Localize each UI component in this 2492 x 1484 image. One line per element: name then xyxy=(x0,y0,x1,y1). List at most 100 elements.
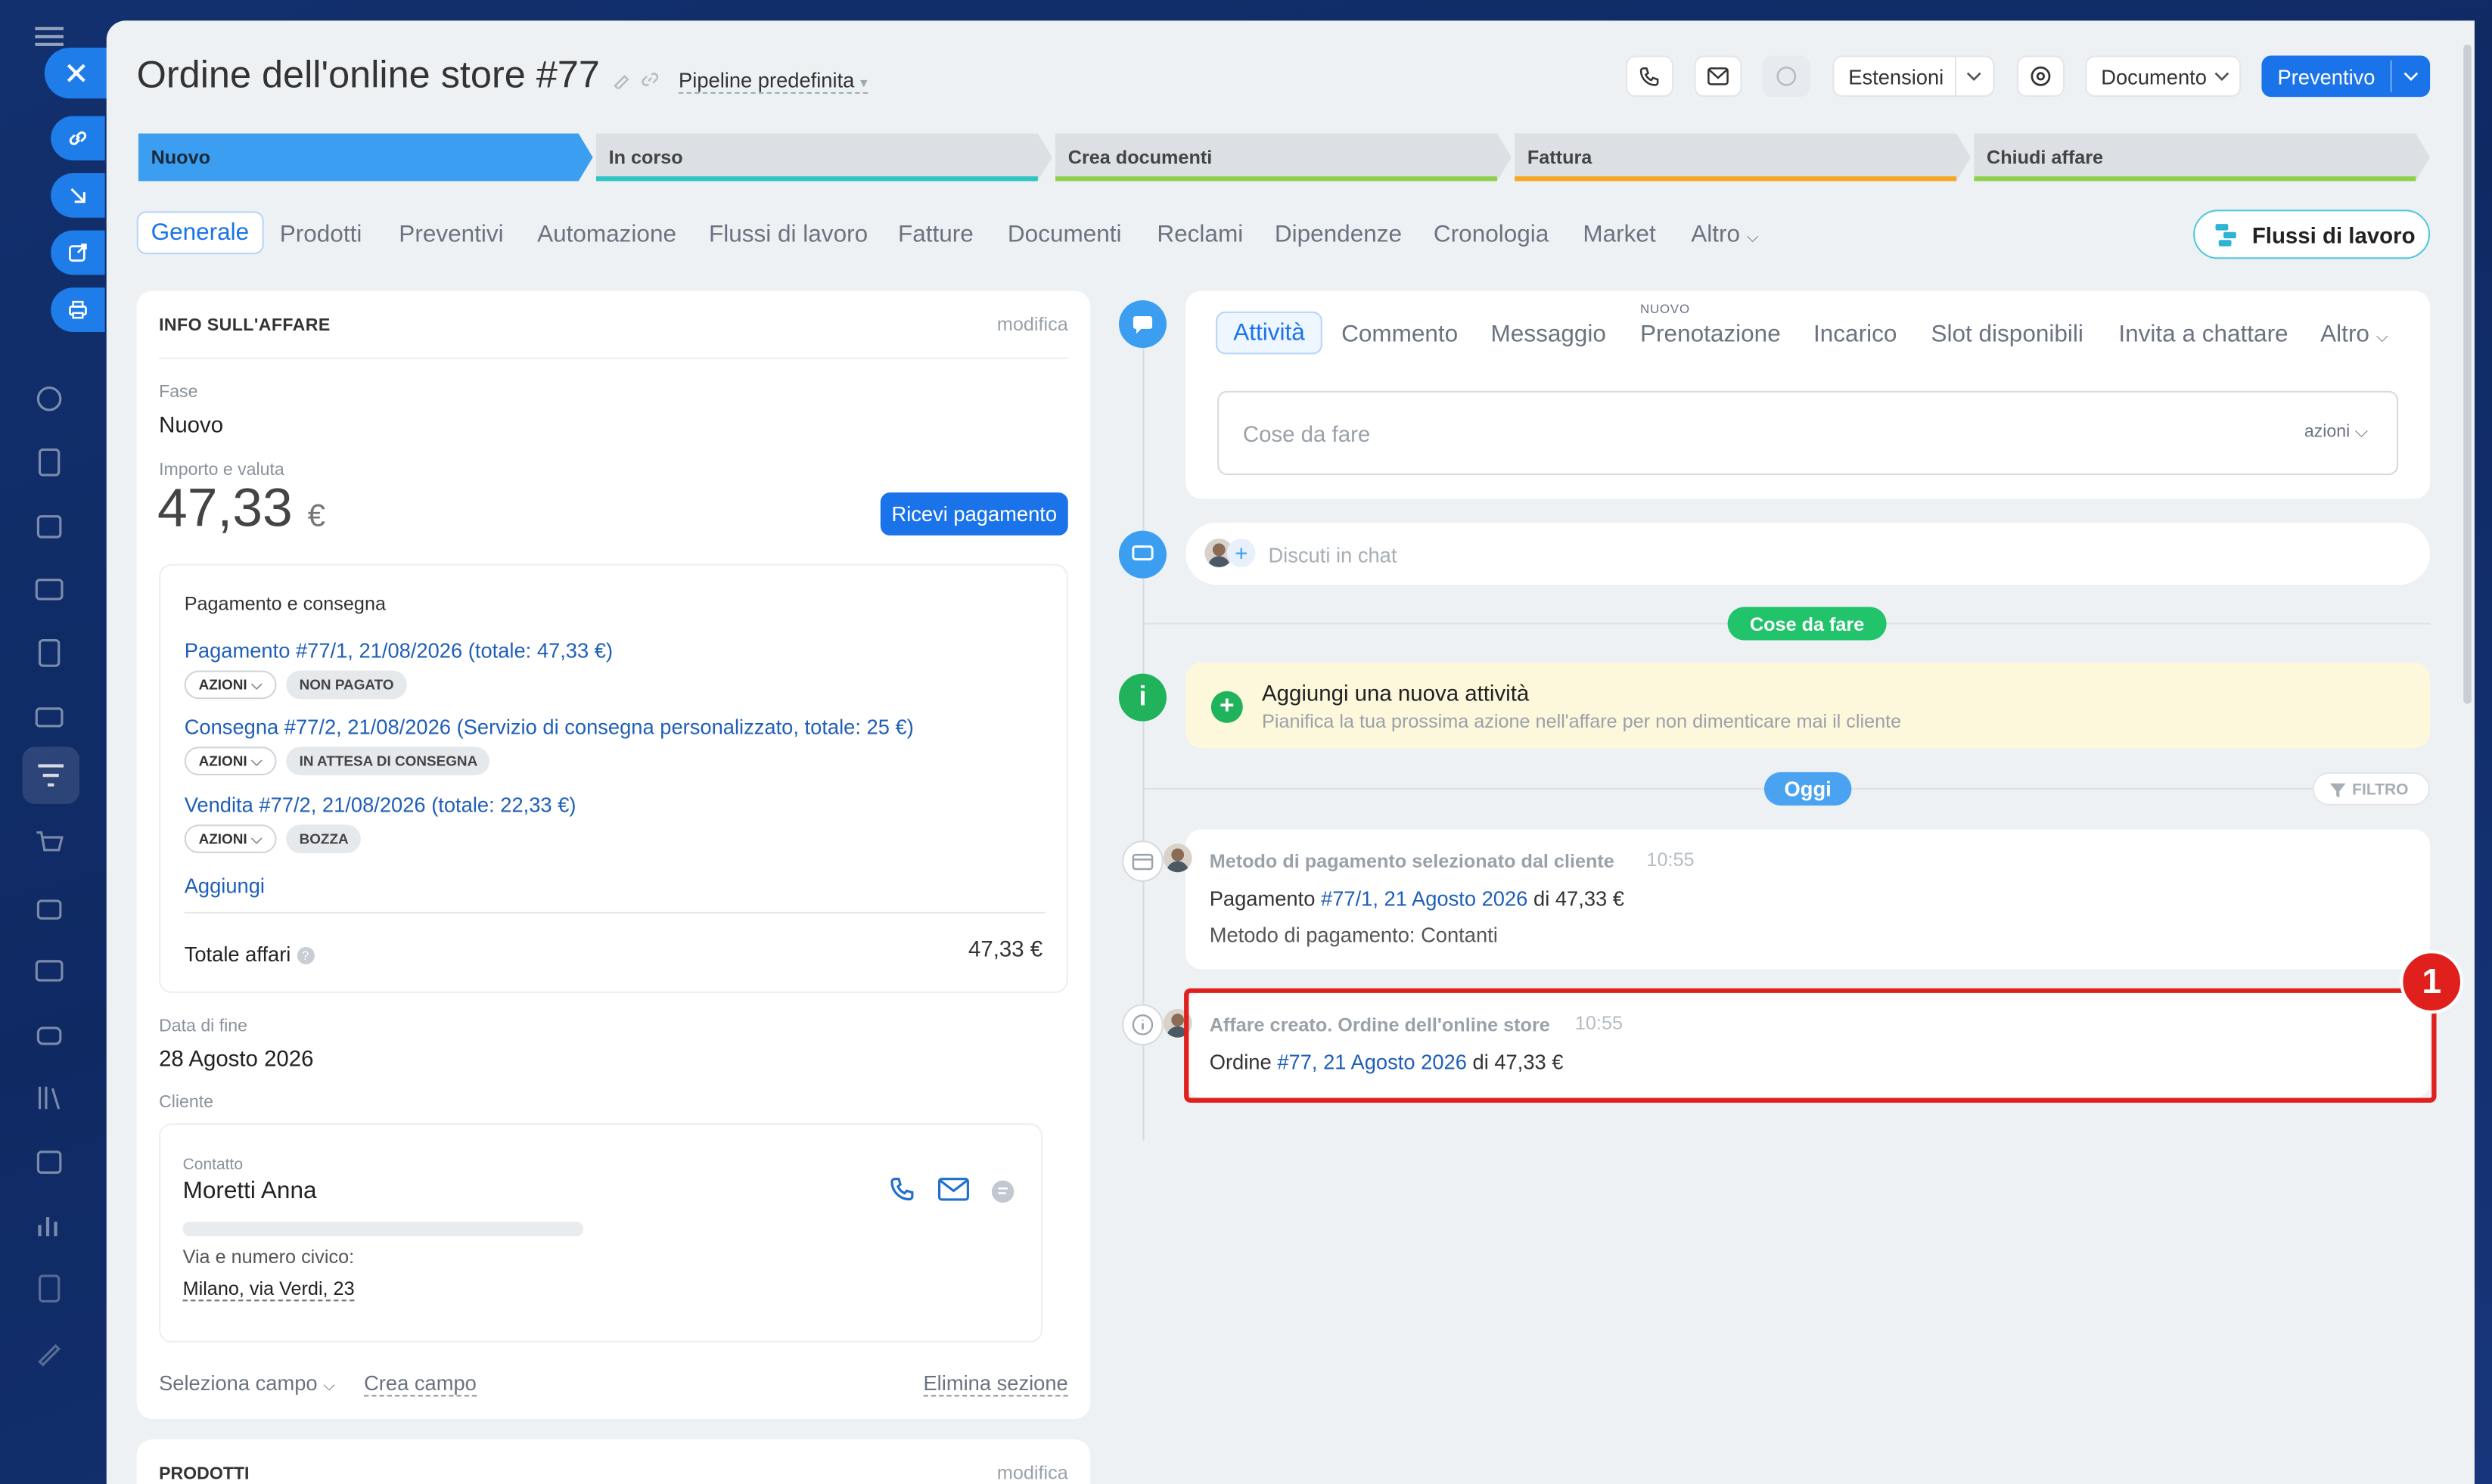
robot-icon[interactable] xyxy=(32,1017,67,1051)
chevron-down-icon[interactable] xyxy=(1966,70,1982,82)
print-button[interactable] xyxy=(51,287,105,333)
analytics-icon[interactable] xyxy=(32,1207,67,1242)
tab-generale[interactable]: Generale xyxy=(136,211,264,255)
stage-chiudi-affare[interactable]: Chiudi affare xyxy=(1974,133,2430,181)
scrollbar-thumb[interactable] xyxy=(2463,44,2472,704)
minimize-button[interactable] xyxy=(51,172,105,218)
copy-link-button[interactable] xyxy=(51,116,105,161)
tab-prodotti[interactable]: Prodotti xyxy=(280,221,362,248)
address-link[interactable]: Milano, via Verdi, 23 xyxy=(182,1278,355,1302)
menu-icon[interactable] xyxy=(35,26,64,48)
stage-crea-documenti[interactable]: Crea documenti xyxy=(1055,133,1512,181)
filter-button[interactable]: FILTRO xyxy=(2312,771,2431,806)
settings-button[interactable] xyxy=(2016,55,2065,98)
tab-fatture[interactable]: Fatture xyxy=(898,221,974,248)
tab-slot-disponibili[interactable]: Slot disponibili xyxy=(1931,321,2083,348)
payment-link[interactable]: Pagamento #77/1, 21/08/2026 (totale: 47,… xyxy=(185,638,613,663)
delivery-link[interactable]: Consegna #77/2, 21/08/2026 (Servizio di … xyxy=(185,715,914,739)
tab-messaggio[interactable]: Messaggio xyxy=(1491,321,1606,348)
stage-color-bar xyxy=(596,176,1038,181)
stage-in-corso[interactable]: In corso xyxy=(596,133,1052,181)
actions-dropdown[interactable]: azioni ⌵ xyxy=(2304,423,2368,443)
store-icon[interactable] xyxy=(32,889,67,924)
extensions-button[interactable]: Estensioni xyxy=(1832,55,1995,98)
deal-slider-panel: Ordine dell'online store #77 Pipeline pr… xyxy=(106,20,2475,1484)
crm-nav-item[interactable] xyxy=(22,747,80,804)
report-icon[interactable] xyxy=(32,1271,67,1305)
inbox-icon[interactable] xyxy=(32,699,67,734)
payment-link[interactable]: #77/1, 21 Agosto 2026 xyxy=(1321,886,1527,911)
tab-invita-a-chattare[interactable]: Invita a chattare xyxy=(2118,321,2288,348)
pipeline-selector[interactable]: Pipeline predefinita ▾ xyxy=(679,68,868,94)
tab-dipendenze[interactable]: Dipendenze xyxy=(1275,221,1402,248)
status-badge: NON PAGATO xyxy=(286,670,407,700)
receive-payment-button[interactable]: Ricevi pagamento xyxy=(880,492,1068,536)
chevron-down-icon: ⌵ xyxy=(250,675,263,692)
chat-button[interactable] xyxy=(1762,55,1810,98)
sale-link[interactable]: Vendita #77/2, 21/08/2026 (totale: 22,33… xyxy=(185,793,576,817)
create-field-link[interactable]: Crea campo xyxy=(364,1371,477,1397)
pen-icon[interactable] xyxy=(32,1335,67,1370)
tab-attivita[interactable]: Attività xyxy=(1216,311,1322,355)
delete-section-link[interactable]: Elimina sezione xyxy=(923,1371,1068,1397)
edit-link[interactable]: modifica xyxy=(997,313,1068,335)
workflows-button[interactable]: Flussi di lavoro xyxy=(2193,210,2431,259)
tab-documenti[interactable]: Documenti xyxy=(1008,221,1122,248)
add-activity-banner[interactable]: + Aggiungi una nuova attività Pianifica … xyxy=(1185,662,2431,749)
todo-input[interactable]: Cose da fare azioni ⌵ xyxy=(1217,390,2399,476)
chat-icon[interactable] xyxy=(990,1179,1016,1205)
actions-dropdown[interactable]: AZIONI ⌵ xyxy=(184,670,277,700)
tab-incarico[interactable]: Incarico xyxy=(1813,321,1897,348)
edit-link[interactable]: modifica xyxy=(997,1462,1068,1484)
calendar-icon[interactable] xyxy=(32,508,67,543)
plus-icon[interactable]: + xyxy=(1210,691,1243,723)
select-field-dropdown[interactable]: Seleziona campo ⌵ xyxy=(159,1371,335,1396)
actions-dropdown[interactable]: AZIONI ⌵ xyxy=(184,824,277,854)
tab-altro-activity[interactable]: Altro ⌵ xyxy=(2320,321,2388,348)
add-link[interactable]: Aggiungi xyxy=(185,874,265,898)
quote-button[interactable]: Preventivo xyxy=(2261,55,2431,98)
star-icon[interactable] xyxy=(32,381,67,416)
stage-fattura[interactable]: Fattura xyxy=(1515,133,1971,181)
phone-icon[interactable] xyxy=(888,1175,917,1204)
tab-altro[interactable]: Altro ⌵ xyxy=(1691,221,1759,248)
cart-icon[interactable] xyxy=(32,826,67,861)
document-icon[interactable] xyxy=(32,445,67,480)
chevron-down-icon[interactable] xyxy=(2403,70,2419,82)
actions-dropdown[interactable]: AZIONI ⌵ xyxy=(184,747,277,776)
tab-flussi-di-lavoro[interactable]: Flussi di lavoro xyxy=(709,221,868,248)
schedule-icon[interactable] xyxy=(32,1144,67,1178)
avatar xyxy=(1163,843,1192,873)
tab-commento[interactable]: Commento xyxy=(1341,321,1458,348)
id-card-icon[interactable] xyxy=(32,953,67,988)
tab-reclami[interactable]: Reclami xyxy=(1157,221,1243,248)
new-badge: NUOVO xyxy=(1640,302,1690,317)
envelope-icon[interactable] xyxy=(937,1178,969,1203)
email-button[interactable] xyxy=(1694,55,1742,98)
help-icon[interactable]: ? xyxy=(296,947,315,965)
chat-row[interactable]: + Discuti in chat xyxy=(1185,523,2431,585)
arrow-down-right-icon xyxy=(67,185,89,206)
link-icon[interactable] xyxy=(641,70,660,88)
tab-prenotazione[interactable]: Prenotazione xyxy=(1640,321,1781,348)
contact-card-icon[interactable] xyxy=(32,572,67,607)
tab-preventivi[interactable]: Preventivi xyxy=(399,221,503,248)
contact-name[interactable]: Moretti Anna xyxy=(183,1178,317,1205)
stage-nuovo[interactable]: Nuovo xyxy=(138,133,593,181)
document-button[interactable]: Documento xyxy=(2085,55,2242,98)
end-date-value: 28 Agosto 2026 xyxy=(159,1045,314,1071)
actions-label: AZIONI xyxy=(198,676,247,693)
open-new-window-button[interactable] xyxy=(51,230,105,275)
close-slider-button[interactable] xyxy=(44,48,108,99)
document-label: Documento xyxy=(2101,65,2207,89)
edit-title-icon[interactable] xyxy=(612,70,631,89)
tab-market[interactable]: Market xyxy=(1583,221,1655,248)
tab-cronologia[interactable]: Cronologia xyxy=(1434,221,1549,248)
add-participant-icon[interactable]: + xyxy=(1226,539,1256,567)
call-button[interactable] xyxy=(1626,55,1674,98)
page-title: Ordine dell'online store #77 xyxy=(136,54,600,98)
tab-automazione[interactable]: Automazione xyxy=(537,221,676,248)
file-icon[interactable] xyxy=(32,635,67,670)
phone-icon xyxy=(1639,65,1661,87)
library-icon[interactable] xyxy=(32,1080,67,1115)
